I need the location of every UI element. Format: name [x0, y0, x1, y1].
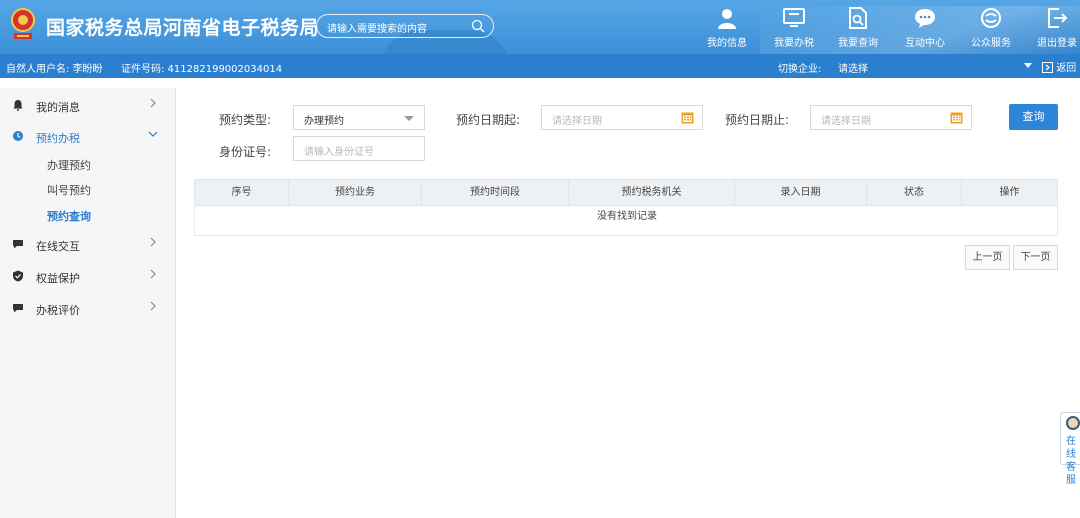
column-header: 预约时间段	[422, 180, 569, 205]
sidebar-item-label: 我的消息	[36, 101, 80, 114]
sidebar-subitem-appointment-query[interactable]: 预约查询	[47, 208, 91, 224]
sidebar: 我的消息 预约办税 办理预约 叫号预约 预约查询 在线交互 权益保护 办税评价	[0, 88, 176, 518]
sidebar-item-label: 在线交互	[36, 240, 80, 253]
chevron-down-icon[interactable]	[1024, 63, 1032, 68]
id-number-input[interactable]: 请输入身份证号	[293, 136, 425, 161]
id-number-label: 身份证号:	[219, 145, 272, 159]
customer-service-label: 在线客服	[1066, 436, 1076, 486]
nav-logout[interactable]: 退出登录	[1026, 0, 1080, 54]
switch-company-select[interactable]: 请选择	[838, 60, 868, 75]
sidebar-item-messages[interactable]: 我的消息	[0, 92, 176, 118]
nav-label: 互动中心	[905, 38, 945, 49]
empty-message: 没有找到记录	[597, 211, 657, 222]
chat-icon	[915, 9, 935, 28]
nav-label: 我要办税	[774, 38, 814, 49]
dropdown-arrow-icon	[404, 116, 414, 121]
date-end-input[interactable]: 请选择日期	[810, 105, 972, 130]
bell-icon	[13, 100, 23, 111]
sidebar-subitem-handle-appointment[interactable]: 办理预约	[47, 157, 91, 173]
nav-label: 我的信息	[707, 38, 747, 49]
id-number-placeholder: 请输入身份证号	[304, 147, 374, 158]
appointment-type-label: 预约类型:	[219, 113, 272, 127]
logout-icon	[1048, 8, 1068, 28]
shield-icon	[13, 270, 23, 282]
chevron-down-icon	[148, 131, 158, 137]
username-text: 自然人用户名: 李盼盼	[6, 64, 103, 75]
chevron-right-icon	[150, 98, 156, 108]
appointment-type-select[interactable]: 办理预约	[293, 105, 425, 130]
sidebar-item-appointment[interactable]: 预约办税	[0, 123, 176, 149]
online-customer-service-tab[interactable]: 在线客服	[1060, 412, 1080, 486]
back-link[interactable]: 返回	[1042, 59, 1076, 74]
nav-my-info[interactable]: 我的信息	[696, 0, 758, 54]
back-label: 返回	[1056, 63, 1077, 74]
chevron-right-icon	[150, 301, 156, 311]
nav-label: 退出登录	[1037, 38, 1077, 49]
column-header: 录入日期	[735, 180, 867, 205]
search-icon[interactable]	[471, 19, 485, 33]
back-icon	[1042, 62, 1053, 73]
column-header: 预约税务机关	[569, 180, 735, 205]
site-title: 国家税务总局河南省电子税务局	[46, 17, 320, 39]
user-info-bar: 自然人用户名: 李盼盼 证件号码: 411282199002034014 切换企…	[0, 54, 1080, 78]
chat-bubble-icon	[13, 240, 23, 249]
date-start-label: 预约日期起:	[456, 113, 521, 127]
user-icon	[718, 9, 736, 29]
tax-emblem-icon	[11, 8, 35, 39]
column-header: 序号	[195, 180, 289, 205]
search-box[interactable]: 请输入需要搜索的内容	[316, 14, 494, 38]
query-button[interactable]: 查询	[1009, 104, 1058, 130]
prev-page-button[interactable]: 上一页	[965, 245, 1010, 270]
nav-query[interactable]: 我要查询	[827, 0, 889, 54]
sidebar-item-online-interaction[interactable]: 在线交互	[0, 231, 176, 257]
next-page-button[interactable]: 下一页	[1013, 245, 1058, 270]
sidebar-item-tax-evaluation[interactable]: 办税评价	[0, 295, 176, 321]
calendar-icon[interactable]	[950, 111, 963, 124]
column-header: 状态	[867, 180, 962, 205]
clock-icon	[13, 131, 23, 141]
chevron-right-icon	[150, 237, 156, 247]
service-avatar-icon	[1066, 416, 1080, 430]
sidebar-item-label: 预约办税	[36, 132, 80, 145]
table-body: 没有找到记录	[194, 206, 1058, 236]
search-doc-icon	[849, 7, 867, 29]
sidebar-item-rights-protection[interactable]: 权益保护	[0, 263, 176, 289]
column-header: 预约业务	[289, 180, 422, 205]
calendar-icon[interactable]	[681, 111, 694, 124]
appointment-type-value: 办理预约	[304, 116, 344, 127]
top-header: 国家税务总局河南省电子税务局 请输入需要搜索的内容 我的信息 我要办税 我要查询	[0, 0, 1080, 54]
nav-interaction-center[interactable]: 互动中心	[894, 0, 956, 54]
date-end-label: 预约日期止:	[725, 113, 790, 127]
date-start-placeholder: 请选择日期	[552, 116, 602, 127]
sidebar-item-label: 权益保护	[36, 272, 80, 285]
monitor-icon	[783, 8, 805, 27]
sidebar-subitem-queue-appointment[interactable]: 叫号预约	[47, 182, 91, 198]
column-header: 操作	[999, 187, 1020, 198]
switch-company-label: 切换企业:	[778, 64, 822, 75]
nav-public-service[interactable]: 公众服务	[960, 0, 1022, 54]
comment-icon	[13, 304, 23, 313]
sidebar-item-label: 办税评价	[36, 304, 80, 317]
table-header: 序号 预约业务 预约时间段 预约税务机关 录入日期 状态 操作	[194, 179, 1058, 206]
nav-label: 我要查询	[838, 38, 878, 49]
nav-do-tax[interactable]: 我要办税	[763, 0, 825, 54]
search-input[interactable]: 请输入需要搜索的内容	[327, 20, 427, 35]
cert-number-text: 证件号码: 411282199002034014	[121, 64, 283, 75]
public-service-icon	[981, 8, 1001, 28]
date-end-placeholder: 请选择日期	[821, 116, 871, 127]
date-start-input[interactable]: 请选择日期	[541, 105, 703, 130]
nav-label: 公众服务	[971, 38, 1011, 49]
chevron-right-icon	[150, 269, 156, 279]
